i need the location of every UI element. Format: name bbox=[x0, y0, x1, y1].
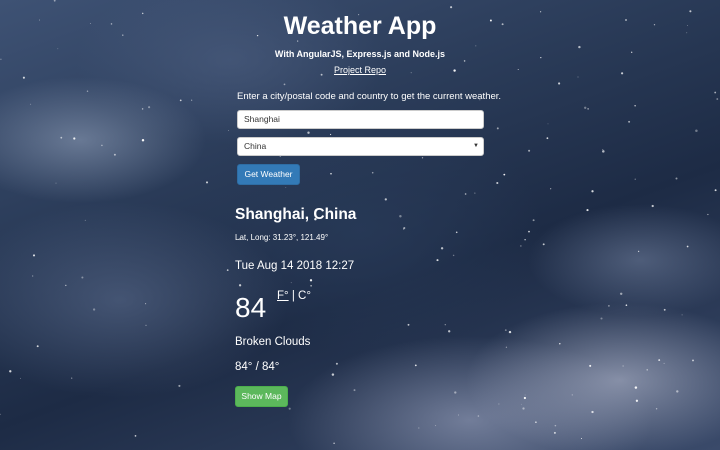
city-input[interactable]: Shanghai bbox=[237, 110, 484, 129]
country-select[interactable]: China ▼ bbox=[237, 137, 484, 156]
celsius-toggle[interactable]: C° bbox=[298, 290, 311, 302]
city-input-value: Shanghai bbox=[244, 114, 280, 124]
caret-down-icon: ▼ bbox=[473, 143, 479, 149]
temperature-value: 84 bbox=[235, 292, 267, 323]
date-time-text: Tue Aug 14 2018 12:27 bbox=[235, 260, 355, 272]
unit-toggle: F° | C° bbox=[277, 290, 311, 302]
country-select-value: China bbox=[244, 141, 267, 151]
unit-separator: | bbox=[291, 290, 295, 302]
location-heading: Shanghai, China bbox=[235, 206, 357, 223]
fahrenheit-toggle[interactable]: F° bbox=[277, 290, 289, 302]
temperature-range: 84° / 84° bbox=[235, 361, 280, 373]
show-map-button[interactable]: Show Map bbox=[235, 386, 288, 407]
instructions-text: Enter a city/postal code and country to … bbox=[237, 91, 502, 102]
project-repo-link[interactable]: Project Repo bbox=[334, 65, 386, 75]
weather-app: Weather App With AngularJS, Express.js a… bbox=[0, 0, 720, 450]
app-title: Weather App bbox=[283, 12, 437, 40]
repo-link-row: Project Repo bbox=[0, 65, 720, 75]
coordinates-text: Lat, Long: 31.23°, 121.49° bbox=[235, 233, 329, 242]
get-weather-button[interactable]: Get Weather bbox=[237, 164, 300, 185]
app-subtitle: With AngularJS, Express.js and Node.js bbox=[274, 49, 446, 59]
weather-condition: Broken Clouds bbox=[235, 336, 311, 348]
